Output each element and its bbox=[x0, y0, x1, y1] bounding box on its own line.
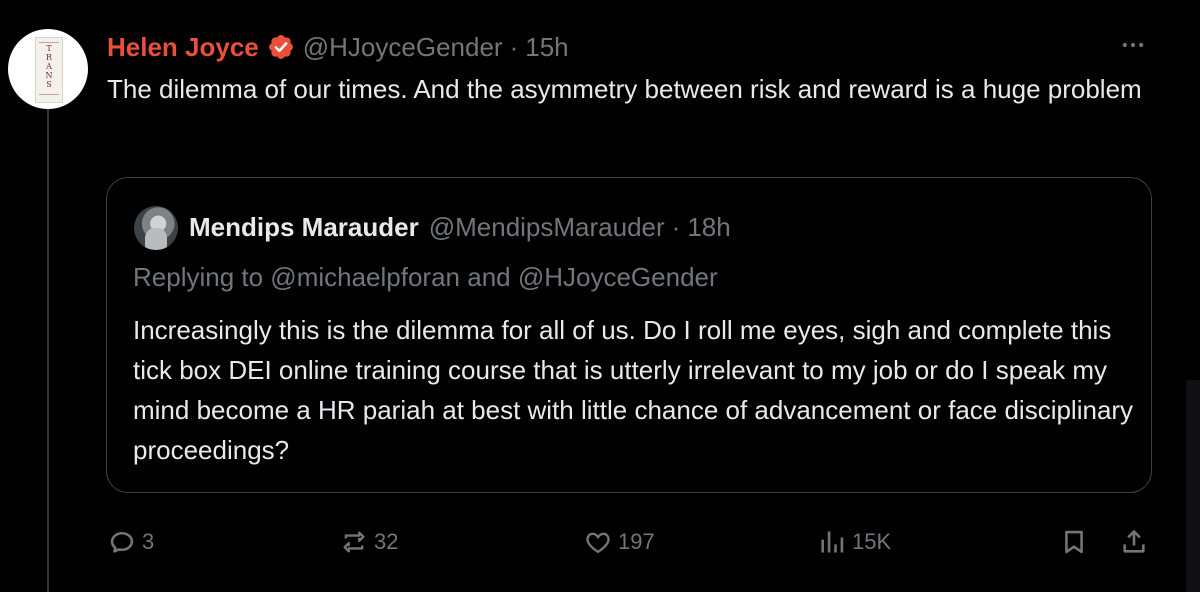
author-avatar[interactable]: TRANS bbox=[8, 29, 88, 109]
header-separator: · bbox=[509, 31, 519, 62]
reply-count: 3 bbox=[142, 529, 155, 554]
quoted-header-separator: · bbox=[671, 211, 681, 242]
quoted-post-header: Mendips Marauder @MendipsMarauder · 18h bbox=[189, 209, 731, 245]
share-icon bbox=[1123, 530, 1145, 553]
reply-button[interactable]: 3 bbox=[108, 520, 154, 564]
more-icon[interactable] bbox=[1113, 30, 1153, 60]
avatar-book-title: TRANS bbox=[45, 44, 53, 89]
quoted-author-avatar[interactable] bbox=[134, 206, 178, 250]
like-button[interactable]: 197 bbox=[584, 520, 655, 564]
quoted-post-text: Increasingly this is the dilemma for all… bbox=[133, 315, 1134, 465]
verified-badge-icon[interactable] bbox=[267, 33, 295, 61]
post-text: The dilemma of our times. And the asymme… bbox=[107, 74, 1142, 104]
views-button[interactable]: 15K bbox=[818, 520, 891, 564]
repost-button[interactable]: 32 bbox=[340, 520, 398, 564]
like-count: 197 bbox=[618, 529, 655, 554]
author-name[interactable]: Helen Joyce bbox=[107, 32, 259, 63]
views-icon bbox=[821, 531, 844, 553]
right-edge-panel bbox=[1186, 380, 1200, 592]
share-button[interactable] bbox=[1120, 520, 1154, 564]
avatar-book-cover-image: TRANS bbox=[35, 37, 63, 103]
reply-icon bbox=[110, 531, 134, 553]
action-bar: 3 32 197 15K bbox=[0, 520, 1200, 564]
author-handle[interactable]: @HJoyceGender bbox=[303, 32, 503, 63]
quoted-author-handle[interactable]: @MendipsMarauder bbox=[429, 212, 665, 243]
views-count: 15K bbox=[852, 529, 892, 554]
repost-count: 32 bbox=[374, 529, 399, 554]
post-header: Helen Joyce @HJoyceGender · 15h bbox=[107, 30, 569, 64]
like-icon bbox=[586, 532, 610, 554]
quoted-author-name[interactable]: Mendips Marauder bbox=[189, 212, 419, 243]
post-timestamp[interactable]: 15h bbox=[525, 32, 568, 63]
quoted-post-timestamp[interactable]: 18h bbox=[687, 212, 730, 243]
repost-icon bbox=[343, 531, 365, 553]
replying-to-line: Replying to @michaelpforan and @HJoyceGe… bbox=[133, 262, 718, 292]
quoted-post[interactable]: Mendips Marauder @MendipsMarauder · 18h … bbox=[106, 177, 1152, 493]
bookmark-button[interactable] bbox=[1060, 520, 1094, 564]
bookmark-icon bbox=[1065, 530, 1083, 554]
